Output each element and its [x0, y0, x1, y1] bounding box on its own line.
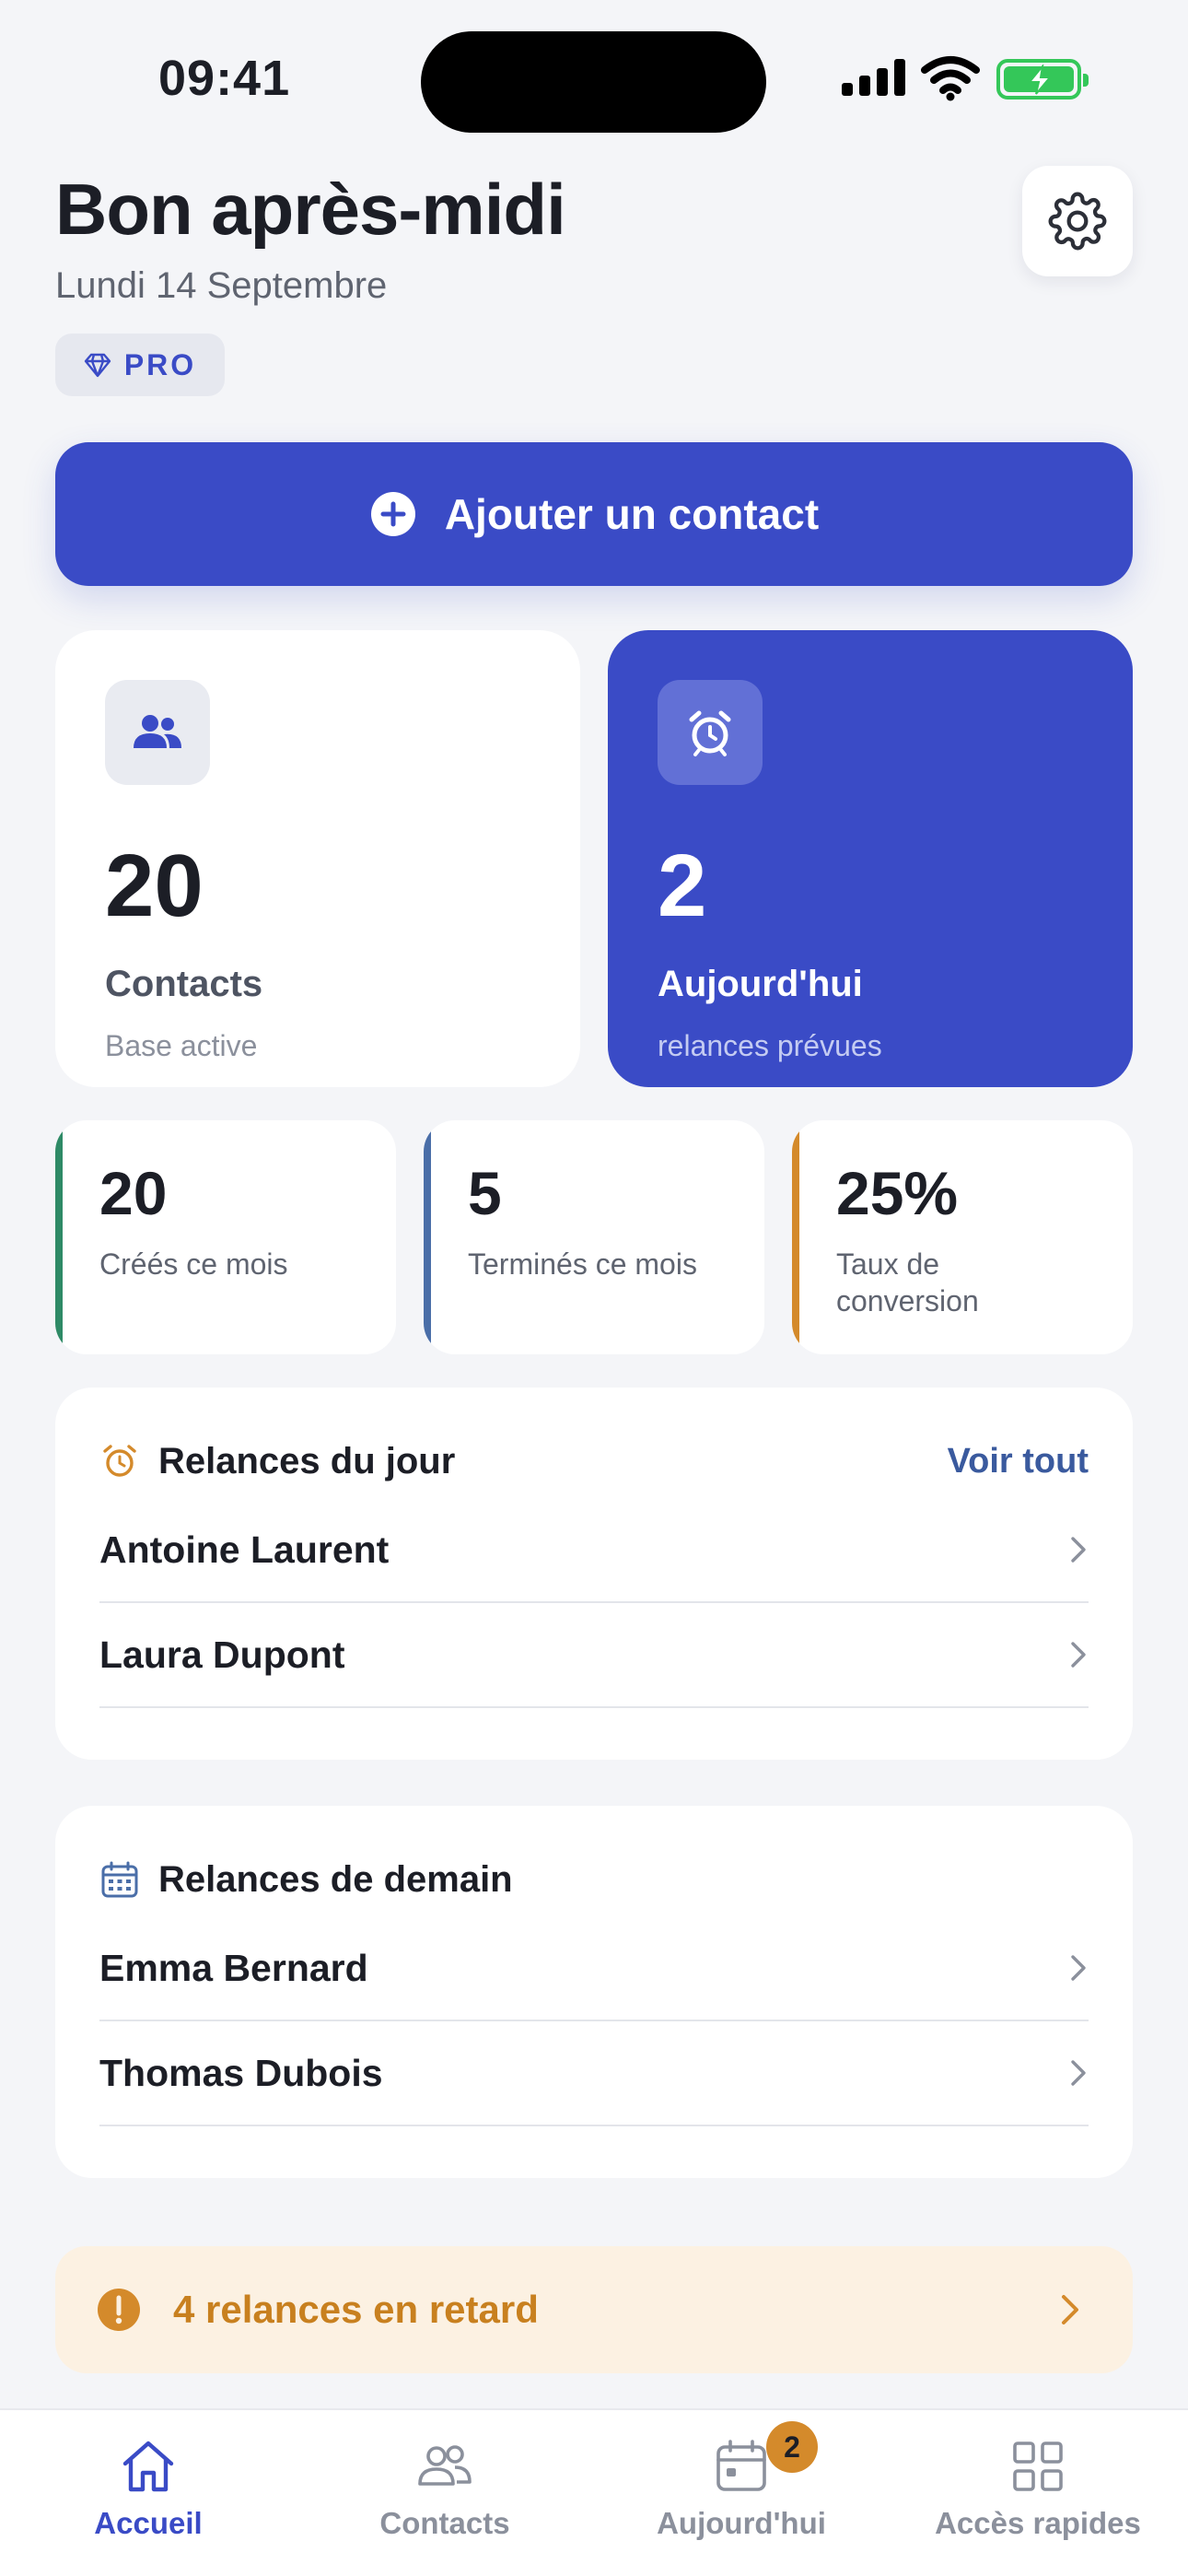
today-stat-card[interactable]: 2 Aujourd'hui relances prévues: [608, 630, 1133, 1087]
gear-icon: [1048, 192, 1107, 251]
conversion-rate-card: 25% Taux de conversion: [792, 1120, 1133, 1354]
users-icon: [418, 2445, 472, 2486]
today-sub: relances prévues: [658, 1029, 882, 1062]
chevron-right-icon: [1071, 2060, 1086, 2086]
overdue-alert-text: 4 relances en retard: [173, 2288, 539, 2331]
warning-icon: [98, 2289, 140, 2331]
tab-label: Aujourd'hui: [657, 2506, 826, 2540]
tomorrow-followups-title: Relances de demain: [158, 1858, 513, 1900]
calendar-icon: [716, 2440, 766, 2491]
followup-row[interactable]: Thomas Dubois: [99, 2021, 1089, 2126]
current-date: Lundi 14 Septembre: [55, 265, 388, 306]
today-label: Aujourd'hui: [658, 964, 863, 1004]
followup-row[interactable]: Antoine Laurent: [99, 1498, 1089, 1603]
add-contact-label: Ajouter un contact: [444, 490, 820, 538]
followup-row[interactable]: Laura Dupont: [99, 1603, 1089, 1708]
pro-badge-label: PRO: [123, 347, 197, 381]
battery-charging-icon: [996, 59, 1089, 100]
alarm-clock-icon: [658, 680, 763, 785]
tomorrow-followups-section: Relances de demain Emma Bernard Thomas D…: [55, 1806, 1133, 2178]
chevron-right-icon: [1071, 1642, 1086, 1668]
plus-circle-icon: [370, 492, 415, 536]
contact-name: Thomas Dubois: [99, 2051, 383, 2094]
home-icon: [122, 2441, 174, 2492]
tab-label: Accès rapides: [935, 2506, 1141, 2540]
overdue-alert[interactable]: 4 relances en retard: [55, 2246, 1133, 2373]
greeting-title: Bon après-midi: [55, 169, 566, 250]
dynamic-island: [421, 31, 766, 133]
created-label: Créés ce mois: [99, 1247, 288, 1281]
home-screen: 09:41 Bon après-midi Lundi 14 Septembre …: [0, 0, 1188, 2576]
see-all-link[interactable]: Voir tout: [948, 1442, 1089, 1481]
contact-name: Antoine Laurent: [99, 1528, 390, 1571]
pro-badge: PRO: [55, 334, 225, 396]
today-followups-section: Relances du jour Voir tout Antoine Laure…: [55, 1388, 1133, 1760]
contacts-sub: Base active: [105, 1029, 258, 1062]
status-time: 09:41: [158, 51, 291, 106]
diamond-icon: [84, 353, 111, 378]
contacts-label: Contacts: [105, 964, 263, 1004]
contacts-count: 20: [105, 837, 204, 935]
add-contact-button[interactable]: Ajouter un contact: [55, 442, 1133, 586]
completed-count: 5: [468, 1159, 502, 1227]
calendar-icon: [101, 1861, 138, 1898]
tab-aujourdhui[interactable]: 2 Aujourd'hui: [593, 2421, 890, 2541]
completed-this-month-card: 5 Terminés ce mois: [424, 1120, 764, 1354]
alarm-clock-icon: [103, 1445, 136, 1477]
tab-accueil[interactable]: Accueil: [0, 2436, 297, 2541]
conversion-label: Taux de conversion: [836, 1247, 979, 1317]
followup-row[interactable]: Emma Bernard: [99, 1916, 1089, 2021]
tab-label: Accueil: [94, 2506, 203, 2540]
tab-acces-rapides[interactable]: Accès rapides: [890, 2436, 1186, 2541]
contact-name: Laura Dupont: [99, 1633, 345, 1676]
created-this-month-card: 20 Créés ce mois: [55, 1120, 396, 1354]
users-icon: [105, 680, 210, 785]
tab-contacts[interactable]: Contacts: [297, 2436, 593, 2541]
contact-name: Emma Bernard: [99, 1946, 368, 1989]
today-followups-title: Relances du jour: [158, 1440, 456, 1481]
chevron-right-icon: [1071, 1537, 1086, 1563]
grid-icon: [1013, 2441, 1063, 2491]
chevron-right-icon: [1071, 1955, 1086, 1981]
today-count: 2: [658, 837, 707, 935]
tab-label: Contacts: [379, 2506, 510, 2540]
settings-button[interactable]: [1022, 166, 1133, 276]
cellular-signal-icon: [842, 59, 905, 96]
completed-label: Terminés ce mois: [468, 1247, 697, 1281]
contacts-stat-card[interactable]: 20 Contacts Base active: [55, 630, 580, 1087]
wifi-icon: [921, 56, 980, 101]
tab-badge: 2: [766, 2421, 818, 2473]
conversion-value: 25%: [836, 1159, 959, 1227]
bottom-tab-bar: Accueil Contacts 2 Aujourd'hui Accès rap…: [0, 2408, 1188, 2576]
chevron-right-icon: [1062, 2295, 1078, 2324]
created-count: 20: [99, 1159, 168, 1227]
